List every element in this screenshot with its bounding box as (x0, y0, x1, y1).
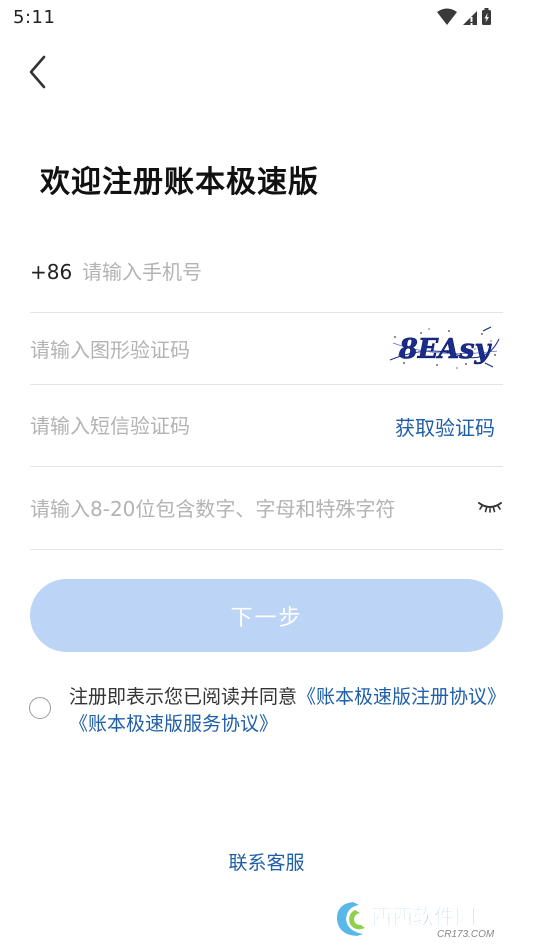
page-title: 欢迎注册账本极速版 (40, 165, 319, 200)
register-agreement-link[interactable]: 《账本极速版注册协议》 (297, 686, 506, 708)
phone-input[interactable] (82, 257, 482, 287)
status-time: 5:11 (13, 7, 56, 28)
next-button[interactable]: 下一步 (30, 579, 503, 652)
chevron-left-icon (29, 55, 46, 89)
password-row (30, 467, 503, 550)
service-agreement-link[interactable]: 《账本极速版服务协议》 (69, 713, 278, 735)
wifi-icon (437, 8, 457, 25)
watermark-logo: 西西软件园 CR173.COM (336, 902, 495, 940)
country-code[interactable]: +86 (30, 260, 72, 284)
captcha-input[interactable] (30, 335, 370, 365)
watermark-brand: 西西软件园 (371, 905, 476, 929)
get-code-button[interactable]: 获取验证码 (395, 412, 495, 441)
agreement-prefix: 注册即表示您已阅读并同意 (69, 686, 298, 708)
agree-checkbox[interactable] (29, 697, 51, 719)
sms-row: 获取验证码 (30, 385, 503, 467)
status-bar: 5:11 (0, 0, 533, 36)
back-button[interactable] (22, 52, 58, 92)
captcha-image[interactable]: 8EAsy (387, 325, 501, 371)
contact-support-link[interactable]: 联系客服 (0, 848, 533, 875)
status-icons (437, 8, 491, 25)
battery-icon (482, 8, 491, 25)
captcha-text: 8EAsy (398, 334, 493, 365)
watermark-site: CR173.COM (437, 929, 495, 940)
phone-row: +86 (30, 236, 503, 313)
eye-closed-icon[interactable] (477, 497, 503, 515)
sms-code-input[interactable] (30, 411, 370, 441)
password-input[interactable] (30, 494, 460, 524)
captcha-row: 8EAsy (30, 313, 503, 385)
signal-icon (463, 11, 477, 25)
agreement-text: 注册即表示您已阅读并同意《账本极速版注册协议》 《账本极速版服务协议》 (69, 684, 509, 738)
